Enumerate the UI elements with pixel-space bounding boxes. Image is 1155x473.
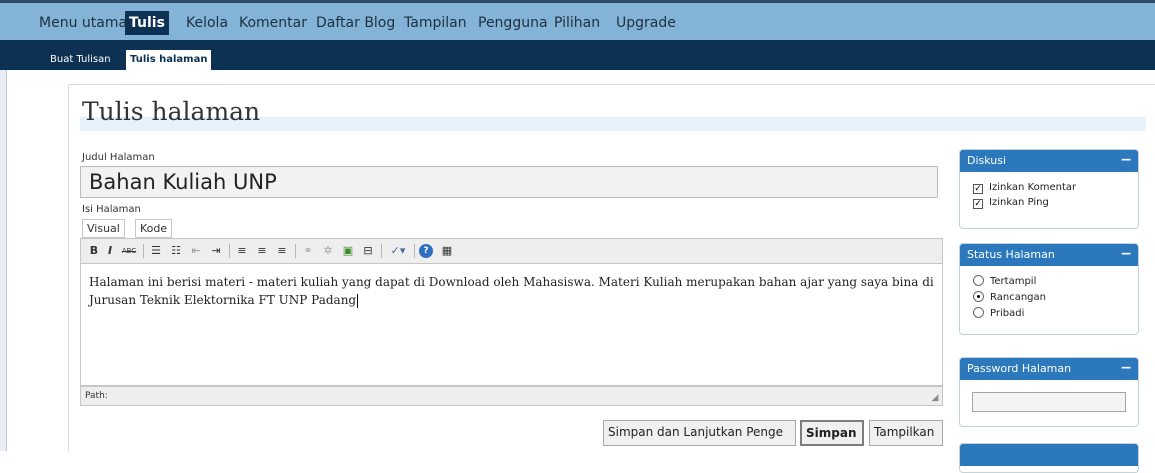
image-icon[interactable]: ▣ (340, 243, 356, 259)
kitchen-sink-icon[interactable]: ▦ (439, 243, 455, 259)
bullet-list-icon[interactable]: ☰ (148, 243, 164, 259)
status-private-option[interactable]: Pribadi (973, 307, 1024, 321)
nav-upgrade[interactable]: Upgrade (612, 11, 680, 35)
indent-icon[interactable]: ⇥ (208, 243, 224, 259)
editor-text: Halaman ini berisi materi - materi kulia… (89, 275, 934, 307)
subnav-buat-tulisan[interactable]: Buat Tulisan (46, 50, 115, 70)
tab-visual[interactable]: Visual (82, 219, 125, 238)
allow-pings-option[interactable]: ✓ Izinkan Ping (973, 196, 1049, 210)
align-center-icon[interactable]: ≡ (254, 243, 270, 259)
italic-icon[interactable]: I (105, 243, 115, 259)
page-status-box: Status Halaman − Tertampil Rancangan Pri… (959, 243, 1139, 335)
next-sidebar-box-header[interactable] (960, 444, 1138, 466)
align-right-icon[interactable]: ≡ (274, 243, 290, 259)
discussion-title: Diskusi (967, 154, 1007, 167)
page-title: Tulis halaman (82, 97, 261, 126)
tab-kode[interactable]: Kode (135, 219, 173, 238)
page-password-box-header[interactable]: Password Halaman − (960, 358, 1138, 380)
align-left-icon[interactable]: ≡ (234, 243, 250, 259)
main-nav-bar: Menu utama Tulis Kelola Komentar Daftar … (0, 0, 1155, 40)
status-draft-option[interactable]: Rancangan (973, 291, 1046, 305)
left-edge-strip (0, 70, 7, 451)
subnav-tulis-halaman[interactable]: Tulis halaman (126, 50, 212, 70)
discussion-box-header[interactable]: Diskusi − (960, 150, 1138, 172)
allow-pings-label: Izinkan Ping (989, 197, 1049, 208)
sub-nav-bar: Buat Tulisan Tulis halaman (0, 40, 1155, 70)
toolbar-separator (143, 244, 144, 258)
next-sidebar-box (959, 443, 1139, 473)
toolbar-separator (229, 244, 230, 258)
collapse-icon[interactable]: − (1120, 244, 1132, 265)
page-password-box: Password Halaman − (959, 357, 1139, 427)
checkbox-checked-icon[interactable]: ✓ (973, 184, 983, 194)
radio-unselected-icon[interactable] (973, 275, 984, 286)
bold-icon[interactable]: B (89, 243, 99, 259)
nav-komentar[interactable]: Komentar (235, 11, 311, 35)
spellcheck-icon[interactable]: ✓▾ (386, 243, 410, 259)
preview-button[interactable]: Tampilkan (869, 420, 943, 446)
collapse-icon[interactable]: − (1120, 358, 1132, 379)
status-draft-label: Rancangan (990, 292, 1046, 303)
nav-tampilan[interactable]: Tampilan (400, 11, 471, 35)
content-label: Isi Halaman (82, 204, 141, 215)
status-published-option[interactable]: Tertampil (973, 275, 1036, 289)
nav-kelola[interactable]: Kelola (182, 11, 232, 35)
text-caret (357, 293, 359, 308)
nav-pengguna[interactable]: Pengguna (474, 11, 552, 35)
path-label: Path: (85, 391, 108, 401)
editor-toolbar: B I ABC ☰ ☷ ⇤ ⇥ ≡ ≡ ≡ ⚭ ✲ ▣ ⊟ ✓▾ ? ▦ (80, 238, 943, 263)
toolbar-separator (414, 244, 415, 258)
status-published-label: Tertampil (990, 276, 1037, 287)
outdent-icon[interactable]: ⇤ (188, 243, 204, 259)
allow-comments-option[interactable]: ✓ Izinkan Komentar (973, 181, 1076, 195)
allow-comments-label: Izinkan Komentar (989, 182, 1077, 193)
save-button[interactable]: Simpan (800, 420, 864, 446)
page-status-box-header[interactable]: Status Halaman − (960, 244, 1138, 266)
unlink-icon[interactable]: ✲ (320, 243, 336, 259)
more-break-icon[interactable]: ⊟ (360, 243, 376, 259)
nav-daftar-blog[interactable]: Daftar Blog (312, 11, 399, 35)
nav-tulis[interactable]: Tulis (125, 11, 169, 35)
link-icon[interactable]: ⚭ (300, 243, 316, 259)
checkbox-checked-icon[interactable]: ✓ (973, 199, 983, 209)
nav-pilihan[interactable]: Pilihan (550, 11, 604, 35)
content-editor[interactable]: Halaman ini berisi materi - materi kulia… (80, 263, 943, 386)
page-password-title: Password Halaman (967, 362, 1072, 375)
page-title-input[interactable]: Bahan Kuliah UNP (80, 166, 938, 198)
strikethrough-icon[interactable]: ABC (120, 243, 138, 259)
toolbar-separator (295, 244, 296, 258)
numbered-list-icon[interactable]: ☷ (168, 243, 184, 259)
resize-handle-icon[interactable]: ◢ (930, 393, 940, 403)
page-status-title: Status Halaman (967, 248, 1055, 261)
discussion-box: Diskusi − ✓ Izinkan Komentar ✓ Izinkan Pin… (959, 149, 1139, 229)
save-and-continue-button[interactable]: Simpan dan Lanjutkan Penge (603, 420, 796, 446)
help-icon[interactable]: ? (419, 244, 433, 258)
title-label: Judul Halaman (82, 152, 155, 163)
collapse-icon[interactable]: − (1120, 150, 1132, 171)
radio-unselected-icon[interactable] (973, 307, 984, 318)
page-password-input[interactable] (972, 392, 1126, 412)
radio-selected-icon[interactable] (973, 291, 984, 302)
status-private-label: Pribadi (990, 308, 1025, 319)
toolbar-separator (381, 244, 382, 258)
nav-menu-utama[interactable]: Menu utama (35, 11, 131, 35)
editor-path-bar: Path: ◢ (80, 386, 943, 406)
